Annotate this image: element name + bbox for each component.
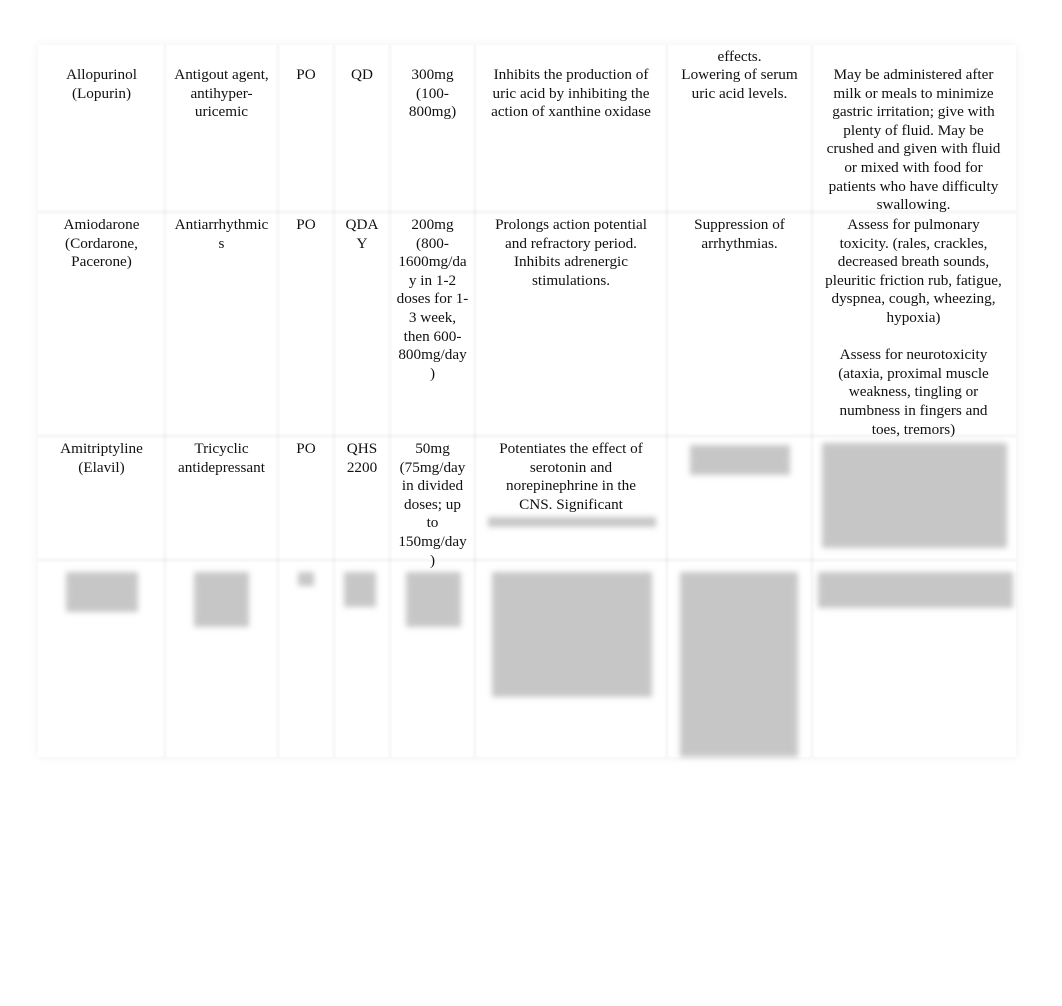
dose: 200mg (800- 1600mg/da y in 1-2 doses for…: [396, 216, 469, 382]
therapeutic-effect: Suppression of arrhythmias.: [694, 216, 785, 252]
obscured-text: [818, 572, 1013, 608]
column-divider: [472, 45, 478, 757]
nursing-considerations: May be administered after milk or meals …: [826, 66, 1001, 214]
dose: 50mg (75mg/day in divided doses; up to 1…: [398, 440, 467, 569]
drug-name: Amiodarone (Cordarone, Pacerone): [63, 216, 140, 271]
route: PO: [296, 66, 316, 83]
frequency: QD: [351, 66, 373, 83]
obscured-text: [298, 572, 314, 586]
obscured-text: [488, 517, 656, 527]
row-divider: [38, 557, 1016, 563]
drug-class: Antigout agent, antihyper- uricemic: [174, 66, 269, 121]
obscured-text: [680, 572, 798, 757]
mechanism: Potentiates the effect of serotonin and …: [499, 440, 643, 513]
drug-name: Allopurinol (Lopurin): [66, 66, 137, 102]
obscured-text: [492, 572, 652, 697]
effects-carryover: effects.: [717, 48, 762, 65]
nursing-considerations: Assess for pulmonary toxicity. (rales, c…: [825, 216, 1002, 438]
mechanism: Prolongs action potential and refractory…: [495, 216, 647, 289]
route: PO: [296, 440, 316, 457]
column-divider: [331, 45, 337, 757]
obscured-text: [66, 572, 138, 612]
obscured-text: [690, 445, 790, 475]
column-divider: [162, 45, 168, 757]
column-divider: [664, 45, 670, 757]
column-divider: [275, 45, 281, 757]
route: PO: [296, 216, 316, 233]
column-divider: [387, 45, 393, 757]
obscured-text: [822, 443, 1007, 548]
drug-class: Antiarrhythmic s: [174, 216, 269, 252]
frequency: QHS 2200: [346, 440, 378, 476]
drug-class: Tricyclic antidepressant: [178, 440, 265, 476]
dose: 300mg (100- 800mg): [408, 66, 457, 121]
mechanism: Inhibits the production of uric acid by …: [491, 66, 651, 121]
obscured-text: [194, 572, 249, 627]
obscured-text: [406, 572, 461, 627]
drug-name: Amitriptyline (Elavil): [60, 440, 143, 476]
therapeutic-effect: Lowering of serum uric acid levels.: [681, 66, 798, 102]
frequency: QDA Y: [345, 216, 379, 252]
obscured-text: [344, 572, 376, 607]
